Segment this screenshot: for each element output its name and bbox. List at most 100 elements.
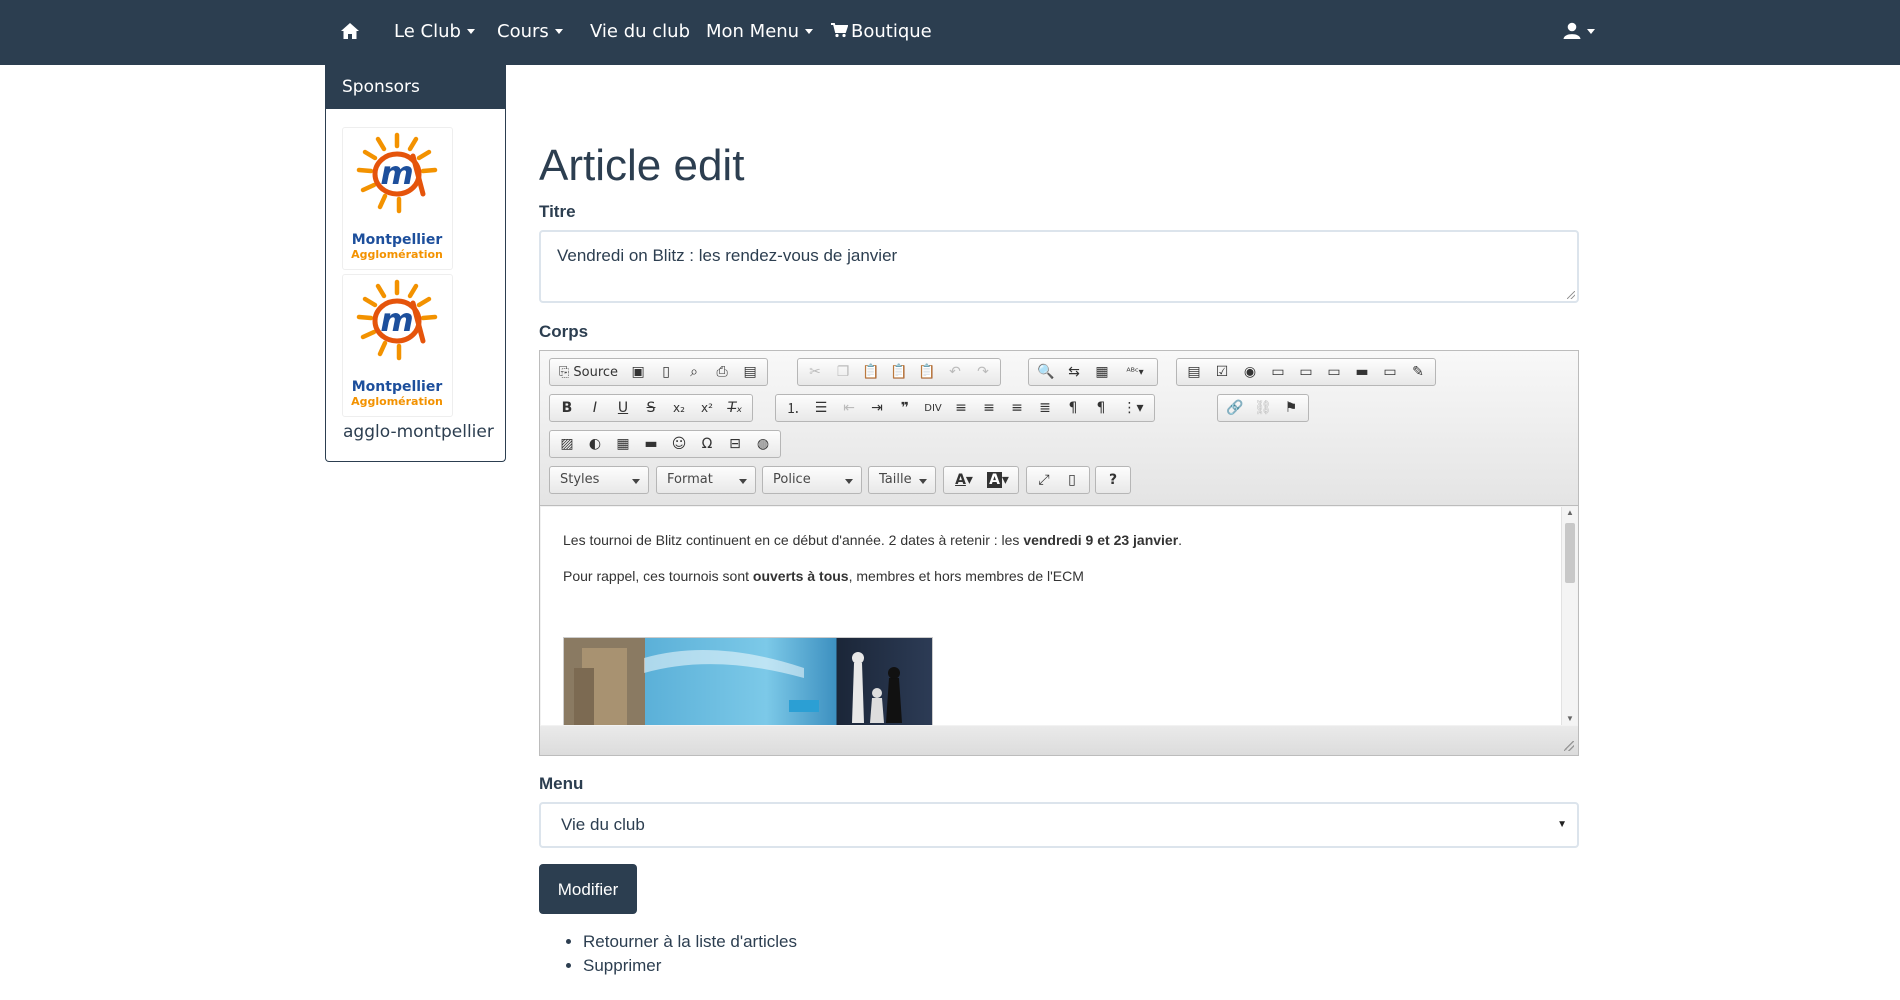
unlink-icon[interactable]: ⛓	[1249, 396, 1277, 420]
paste-word-icon[interactable]: 📋	[913, 360, 941, 384]
cut-icon[interactable]: ✂	[801, 360, 829, 384]
styles-dropdown[interactable]: Styles	[549, 466, 649, 494]
source-icon: ⎘	[559, 364, 570, 380]
subscript-icon[interactable]: x₂	[665, 396, 693, 420]
help-icon[interactable]: ?	[1099, 468, 1127, 492]
caret-down-icon	[466, 28, 475, 34]
nav-boutique[interactable]: Boutique	[831, 0, 932, 65]
justify-icon[interactable]: ≣	[1031, 396, 1059, 420]
maximize-icon[interactable]: ⤢	[1030, 468, 1058, 492]
scroll-up-icon[interactable]: ▲	[1562, 507, 1577, 519]
image-icon[interactable]: ▨	[553, 432, 581, 456]
italic-icon[interactable]: I	[581, 396, 609, 420]
nav-mon-menu[interactable]: Mon Menu	[706, 0, 814, 65]
checkbox-icon[interactable]: ☑	[1208, 360, 1236, 384]
resize-grip-icon[interactable]	[1564, 741, 1574, 751]
size-dropdown[interactable]: Taille	[868, 466, 936, 494]
textarea-icon[interactable]: ▭	[1292, 360, 1320, 384]
special-char-icon[interactable]: Ω	[693, 432, 721, 456]
editor-content[interactable]: Les tournoi de Blitz continuent en ce dé…	[541, 507, 1577, 725]
blockquote-icon[interactable]: ❞	[891, 396, 919, 420]
sponsor-logo[interactable]: m Montpellier Agglomération	[342, 274, 453, 417]
find-icon[interactable]: 🔍	[1032, 360, 1060, 384]
align-left-icon[interactable]: ≡	[947, 396, 975, 420]
sponsor-name[interactable]: agglo-montpellier	[343, 422, 494, 442]
indent-icon[interactable]: ⇥	[863, 396, 891, 420]
nav-vie-du-club[interactable]: Vie du club	[590, 0, 690, 65]
preview-icon[interactable]: ⌕	[680, 360, 708, 384]
print-icon[interactable]: ⎙	[708, 360, 736, 384]
modifier-button[interactable]: Modifier	[539, 864, 637, 914]
hidden-field-icon[interactable]: ✎	[1404, 360, 1432, 384]
redo-icon[interactable]: ↷	[969, 360, 997, 384]
page-title: Article edit	[539, 141, 745, 190]
scroll-thumb[interactable]	[1565, 523, 1575, 583]
user-icon	[1563, 22, 1581, 39]
language-icon[interactable]: ⋮▾	[1115, 396, 1151, 420]
button-field-icon[interactable]: ▬	[1348, 360, 1376, 384]
superscript-icon[interactable]: x²	[693, 396, 721, 420]
source-button[interactable]: ⎘ Source	[553, 360, 624, 384]
show-blocks-icon[interactable]: ▯	[1058, 468, 1086, 492]
form-icon[interactable]: ▤	[1180, 360, 1208, 384]
toolbar-group-editing: 🔍 ⇆ ▦ ᴬᴮᶜ▾	[1028, 358, 1158, 386]
radio-icon[interactable]: ◉	[1236, 360, 1264, 384]
select-field-icon[interactable]: ▭	[1320, 360, 1348, 384]
nav-cours[interactable]: Cours	[497, 0, 563, 65]
align-right-icon[interactable]: ≡	[1003, 396, 1031, 420]
nav-le-club[interactable]: Le Club	[394, 0, 475, 65]
undo-icon[interactable]: ↶	[941, 360, 969, 384]
menu-select[interactable]: Vie du club ▼	[539, 802, 1579, 848]
anchor-icon[interactable]: ⚑	[1277, 396, 1305, 420]
format-dropdown[interactable]: Format	[656, 466, 756, 494]
link-icon[interactable]: 🔗	[1221, 396, 1249, 420]
align-center-icon[interactable]: ≡	[975, 396, 1003, 420]
paste-text-icon[interactable]: 📋	[885, 360, 913, 384]
editor-scrollbar[interactable]: ▲ ▼	[1561, 507, 1577, 725]
titre-value: Vendredi on Blitz : les rendez-vous de j…	[557, 246, 898, 265]
page-break-icon[interactable]: ⊟	[721, 432, 749, 456]
paste-icon[interactable]: 📋	[857, 360, 885, 384]
image-button-icon[interactable]: ▭	[1376, 360, 1404, 384]
strike-icon[interactable]: S	[637, 396, 665, 420]
ltr-icon[interactable]: ¶	[1059, 396, 1087, 420]
remove-format-icon[interactable]: T̶ₓ	[721, 396, 749, 420]
horizontal-rule-icon[interactable]: ▬	[637, 432, 665, 456]
font-dropdown[interactable]: Police	[762, 466, 862, 494]
replace-icon[interactable]: ⇆	[1060, 360, 1088, 384]
flash-icon[interactable]: ◐	[581, 432, 609, 456]
spellcheck-icon[interactable]: ᴬᴮᶜ▾	[1116, 360, 1154, 384]
font-dropdown-label: Police	[773, 472, 811, 487]
copy-icon[interactable]: ❐	[829, 360, 857, 384]
text-field-icon[interactable]: ▭	[1264, 360, 1292, 384]
underline-icon[interactable]: U	[609, 396, 637, 420]
new-page-icon[interactable]: ▯	[652, 360, 680, 384]
iframe-icon[interactable]: ◍	[749, 432, 777, 456]
background-color-icon[interactable]: A ▾	[981, 468, 1015, 492]
table-icon[interactable]: ▦	[609, 432, 637, 456]
montpellier-logo: m Montpellier Agglomération	[351, 279, 443, 408]
select-all-icon[interactable]: ▦	[1088, 360, 1116, 384]
rtl-icon[interactable]: ¶	[1087, 396, 1115, 420]
numbered-list-icon[interactable]: ⒈	[779, 396, 807, 420]
outdent-icon[interactable]: ⇤	[835, 396, 863, 420]
back-to-articles-link[interactable]: Retourner à la liste d'articles	[583, 930, 797, 954]
home-icon[interactable]	[340, 0, 360, 65]
caret-down-icon	[632, 479, 640, 484]
resize-grip-icon[interactable]	[1567, 291, 1575, 299]
editor-paragraph: Pour rappel, ces tournois sont ouverts à…	[563, 568, 1084, 584]
div-icon[interactable]: DIV	[919, 396, 947, 420]
sponsor-logo[interactable]: m Montpellier Agglomération	[342, 127, 453, 270]
save-icon[interactable]: ▣	[624, 360, 652, 384]
templates-icon[interactable]: ▤	[736, 360, 764, 384]
user-menu[interactable]	[1563, 0, 1595, 65]
caret-down-icon	[1587, 28, 1595, 34]
delete-link[interactable]: Supprimer	[583, 954, 797, 978]
scroll-down-icon[interactable]: ▼	[1562, 713, 1577, 725]
bulleted-list-icon[interactable]: ☰	[807, 396, 835, 420]
smiley-icon[interactable]: ☺	[665, 432, 693, 456]
text-color-icon[interactable]: A ▾	[947, 468, 981, 492]
caret-down-icon	[739, 479, 747, 484]
titre-textarea[interactable]: Vendredi on Blitz : les rendez-vous de j…	[539, 230, 1579, 303]
bold-icon[interactable]: B	[553, 396, 581, 420]
